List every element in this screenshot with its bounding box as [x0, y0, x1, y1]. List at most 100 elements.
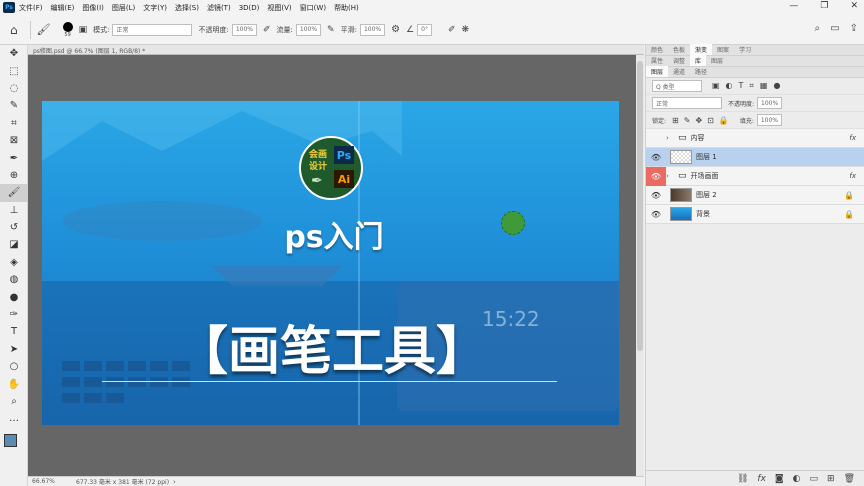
- brush-settings-icon[interactable]: ▣: [79, 25, 88, 35]
- layer-row[interactable]: 👁 背景 🔒: [646, 205, 864, 224]
- menu-filter[interactable]: 滤镜(T): [207, 3, 231, 13]
- tab-channels[interactable]: 通道: [668, 66, 690, 77]
- zoom-level[interactable]: 66.67%: [32, 478, 68, 485]
- type-tool-icon[interactable]: T: [0, 323, 28, 340]
- smoothing-input[interactable]: 100%: [359, 23, 386, 36]
- layer-row[interactable]: › ▭ 内容 fx: [646, 129, 864, 148]
- pressure-opacity-icon[interactable]: ✐: [263, 25, 271, 35]
- tab-patterns[interactable]: 图案: [712, 44, 734, 55]
- folder-icon[interactable]: ▭: [810, 474, 819, 484]
- symmetry-icon[interactable]: ❋: [462, 25, 470, 35]
- mask-icon[interactable]: ◙: [775, 474, 784, 484]
- fill-input[interactable]: 100%: [756, 114, 782, 126]
- dodge-tool-icon[interactable]: ●: [0, 288, 28, 305]
- angle-input[interactable]: 0°: [417, 23, 432, 36]
- scrollbar-thumb[interactable]: [637, 61, 643, 351]
- layer-row[interactable]: 👁 图层 2 🔒: [646, 186, 864, 205]
- restore-button[interactable]: ❐: [820, 1, 828, 11]
- eyedropper-tool-icon[interactable]: ✒: [0, 149, 28, 166]
- clone-stamp-tool-icon[interactable]: ⊥: [0, 202, 28, 219]
- tab-swatches[interactable]: 色板: [668, 44, 690, 55]
- pen-tool-icon[interactable]: ✑: [0, 306, 28, 323]
- menu-edit[interactable]: 编辑(E): [51, 3, 75, 13]
- eye-icon[interactable]: 👁: [646, 166, 666, 186]
- lasso-tool-icon[interactable]: ◌: [0, 80, 28, 97]
- eye-icon[interactable]: 👁: [646, 186, 666, 205]
- eye-icon[interactable]: 👁: [646, 148, 666, 167]
- brush-tool-icon[interactable]: 🖌: [0, 184, 28, 202]
- pressure-size-icon[interactable]: ✐: [448, 25, 456, 35]
- airbrush-icon[interactable]: ✎: [327, 25, 335, 35]
- menu-type[interactable]: 文字(Y): [143, 3, 167, 13]
- menu-help[interactable]: 帮助(H): [334, 3, 359, 13]
- marquee-tool-icon[interactable]: ⬚: [0, 62, 28, 79]
- foreground-color-swatch[interactable]: [4, 433, 17, 447]
- menu-view[interactable]: 视图(V): [267, 3, 291, 13]
- search-icon[interactable]: ⌕: [815, 23, 821, 34]
- color-swatches[interactable]: [0, 428, 27, 458]
- menu-3d[interactable]: 3D(D): [239, 4, 260, 12]
- tab-libraries[interactable]: 库: [690, 55, 707, 66]
- path-select-tool-icon[interactable]: ➤: [0, 341, 28, 358]
- home-icon[interactable]: ⌂: [10, 23, 18, 37]
- adjustment-icon[interactable]: ◐: [793, 474, 801, 484]
- workspace-icon[interactable]: ▭: [830, 23, 839, 34]
- close-button[interactable]: ✕: [850, 1, 858, 11]
- layer-filter-icons[interactable]: ▣◐T⌗▦●: [712, 81, 786, 91]
- vertical-scrollbar[interactable]: [636, 55, 644, 476]
- crop-tool-icon[interactable]: ⌗: [0, 115, 28, 132]
- layer-filter-select[interactable]: Q 类型: [652, 80, 702, 92]
- eye-icon[interactable]: 👁: [646, 205, 666, 224]
- paint-bucket-tool-icon[interactable]: ◈: [0, 254, 28, 271]
- quick-select-tool-icon[interactable]: ✎: [0, 97, 28, 114]
- chevron-right-icon[interactable]: ›: [666, 172, 674, 180]
- opacity-input[interactable]: 100%: [231, 23, 257, 36]
- brush-tool-icon[interactable]: 🖌: [37, 23, 51, 36]
- fx-icon[interactable]: fx: [757, 474, 766, 484]
- hand-tool-icon[interactable]: ✋: [0, 375, 28, 392]
- tab-paths[interactable]: 路径: [690, 66, 712, 77]
- frame-tool-icon[interactable]: ⊠: [0, 132, 28, 149]
- folder-icon: ▭: [678, 133, 687, 143]
- healing-brush-tool-icon[interactable]: ⊕: [0, 167, 28, 184]
- status-menu-icon[interactable]: ›: [173, 478, 176, 486]
- more-tools-icon[interactable]: …: [0, 410, 28, 427]
- tab-color[interactable]: 颜色: [646, 44, 668, 55]
- zoom-tool-icon[interactable]: ⌕: [0, 393, 28, 410]
- eraser-tool-icon[interactable]: ◪: [0, 236, 28, 253]
- tab-properties[interactable]: 属性: [646, 55, 668, 66]
- document-tab[interactable]: ps修图.psd @ 66.7% (图层 1, RGB/8) *: [28, 45, 644, 55]
- menu-select[interactable]: 选择(S): [175, 3, 199, 13]
- tab-adjustments[interactable]: 调整: [668, 55, 690, 66]
- chevron-right-icon[interactable]: ›: [666, 134, 674, 142]
- layer-row[interactable]: 👁 图层 1: [646, 148, 864, 167]
- tab-layers-top[interactable]: 图层: [706, 55, 728, 66]
- share-icon[interactable]: ⇪: [850, 23, 858, 34]
- mode-select[interactable]: 正常: [112, 23, 193, 36]
- lock-icons[interactable]: ⊞✎✥⊡🔒: [672, 116, 734, 125]
- blur-tool-icon[interactable]: ◍: [0, 271, 28, 288]
- menu-file[interactable]: 文件(F): [19, 3, 43, 13]
- menu-window[interactable]: 窗口(W): [300, 3, 326, 13]
- history-brush-tool-icon[interactable]: ↺: [0, 219, 28, 236]
- brush-preset-picker[interactable]: 59: [62, 21, 73, 38]
- tab-gradients[interactable]: 渐变: [690, 44, 713, 55]
- visibility-off-icon[interactable]: [646, 129, 666, 148]
- layer-row[interactable]: 👁 › ▭ 开场画面 fx: [646, 166, 864, 186]
- blend-mode-select[interactable]: 正常: [652, 97, 722, 109]
- flow-input[interactable]: 100%: [295, 23, 322, 36]
- link-icon[interactable]: ⛓: [737, 474, 748, 484]
- layer-opacity-input[interactable]: 100%: [757, 97, 783, 109]
- move-tool-icon[interactable]: ✥: [0, 45, 28, 62]
- tab-layers[interactable]: 图层: [646, 66, 669, 77]
- canvas-viewport[interactable]: 会画 设计 Ps Ai ✒ ps入门 15:22 【画笔工具】: [28, 55, 644, 476]
- shape-tool-icon[interactable]: ○: [0, 358, 28, 375]
- canvas[interactable]: 会画 设计 Ps Ai ✒ ps入门 15:22 【画笔工具】: [42, 101, 619, 425]
- tab-learn[interactable]: 学习: [734, 44, 756, 55]
- trash-icon[interactable]: 🗑: [844, 474, 855, 484]
- minimize-button[interactable]: —: [789, 1, 798, 11]
- menu-layer[interactable]: 图层(L): [112, 3, 135, 13]
- menu-image[interactable]: 图像(I): [82, 3, 104, 13]
- new-layer-icon[interactable]: ⊞: [827, 474, 835, 484]
- gear-icon[interactable]: ⚙: [391, 24, 400, 35]
